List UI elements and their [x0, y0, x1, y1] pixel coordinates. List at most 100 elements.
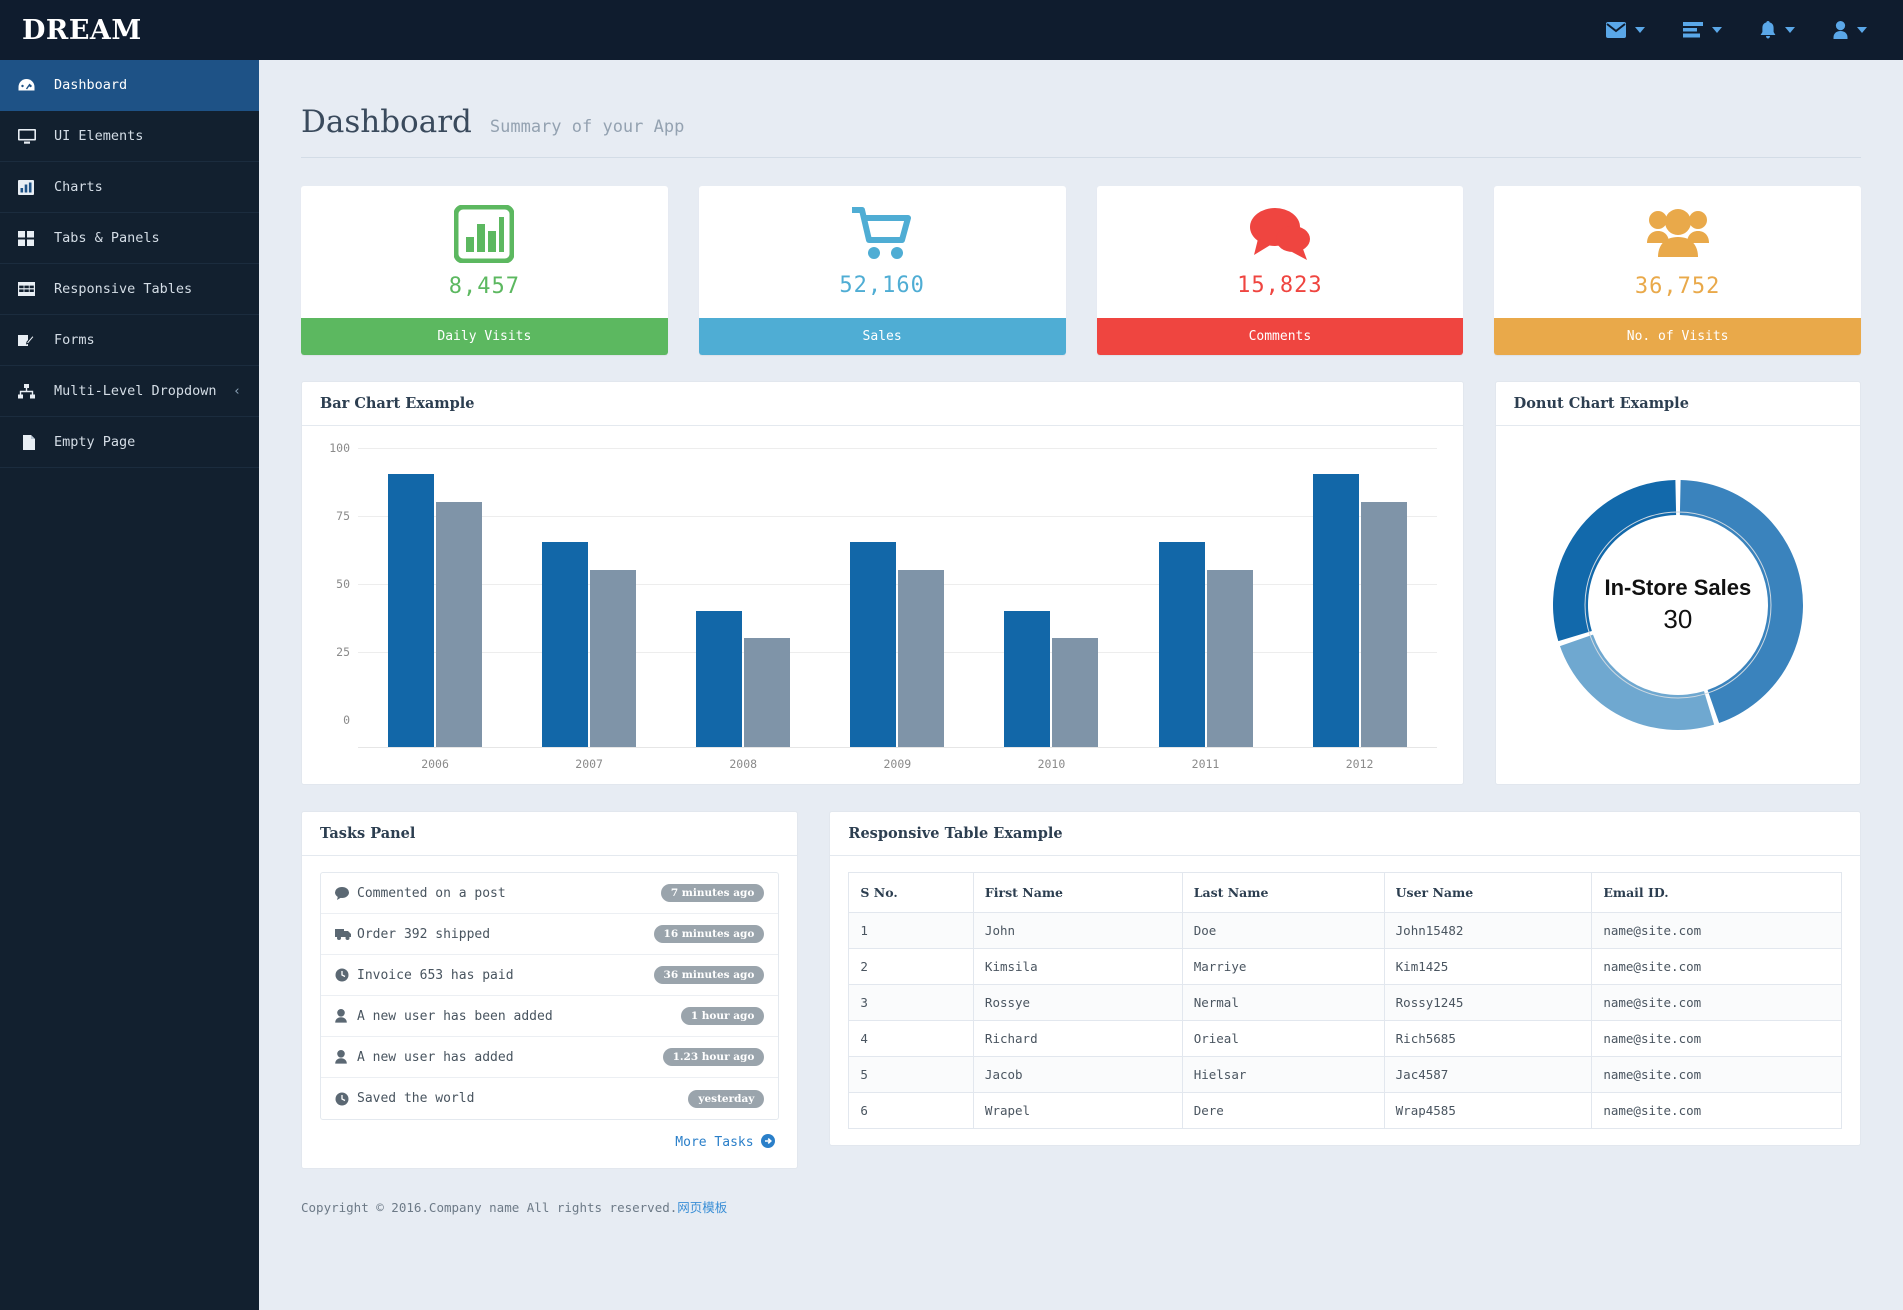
donut-segment[interactable] — [1559, 634, 1714, 730]
sidebar-item-responsive-tables[interactable]: Responsive Tables — [0, 264, 259, 315]
donut-chart-panel: Donut Chart Example In-Store Sales 30 — [1494, 381, 1861, 785]
bar[interactable] — [1004, 610, 1051, 747]
desktop-icon — [18, 128, 44, 144]
task-label: A new user has been added — [357, 1008, 553, 1024]
task-label: A new user has added — [357, 1049, 514, 1065]
bar[interactable] — [696, 610, 743, 747]
messages-dropdown[interactable] — [1606, 22, 1645, 38]
stat-card-body: 15,823 — [1097, 186, 1464, 318]
chevron-down-icon — [1785, 27, 1795, 33]
donut-chart-canvas: In-Store Sales 30 — [1496, 426, 1860, 784]
template-link[interactable]: 网页模板 — [677, 1200, 727, 1215]
notifications-dropdown[interactable] — [1760, 21, 1795, 39]
table-cell: Hielsar — [1181, 1056, 1385, 1093]
task-time-badge: 7 minutes ago — [660, 884, 765, 902]
clock-icon — [335, 968, 357, 982]
table-cell: 5 — [848, 1056, 974, 1093]
bar[interactable] — [388, 474, 435, 747]
user-dropdown[interactable] — [1833, 21, 1867, 39]
task-row[interactable]: Commented on a post 7 minutes ago — [321, 873, 779, 914]
bar[interactable] — [1052, 637, 1099, 747]
table-cell: 1 — [848, 912, 974, 949]
tasks-panel-title: Tasks Panel — [302, 812, 798, 856]
users-table: S No. First Name Last Name User Name Email I… — [848, 872, 1842, 1129]
table-cell: Wrapel — [972, 1092, 1183, 1129]
sidebar-item-charts[interactable]: Charts — [0, 162, 259, 213]
bar[interactable] — [898, 569, 945, 747]
table-cell: name@site.com — [1591, 912, 1842, 949]
stat-card-value: 52,160 — [839, 273, 925, 298]
table-cell: 2 — [848, 948, 974, 985]
sidebar-item-forms[interactable]: Forms — [0, 315, 259, 366]
donut-center-text: In-Store Sales 30 — [1578, 575, 1778, 635]
bar-chart-title: Bar Chart Example — [302, 382, 1463, 426]
bar-chart-plot: 100 75 50 25 0 — [329, 441, 1437, 748]
tasks-dropdown[interactable] — [1683, 22, 1722, 38]
sidebar-item-tabs-panels[interactable]: Tabs & Panels — [0, 213, 259, 264]
sidebar-item-label: Charts — [54, 179, 103, 195]
task-row[interactable]: A new user has added 1.23 hour ago — [321, 1037, 779, 1078]
task-label: Order 392 shipped — [357, 926, 491, 942]
task-row[interactable]: A new user has been added 1 hour ago — [321, 996, 779, 1037]
bar-group — [358, 448, 512, 747]
x-axis-tick: 2010 — [1037, 757, 1066, 771]
stat-card-sales[interactable]: 52,160 Sales — [698, 186, 1066, 355]
table-cell: name@site.com — [1591, 1020, 1842, 1057]
bar[interactable] — [1158, 542, 1205, 747]
main-content: Dashboard Summary of your App 8,457 Dail… — [259, 60, 1903, 1310]
bar[interactable] — [1312, 474, 1359, 747]
table-row: 2 Kimsila Marriye Kim1425 name@site.com — [848, 948, 1842, 985]
table-cell: Jac4587 — [1383, 1056, 1593, 1093]
sitemap-icon — [18, 383, 44, 399]
bar[interactable] — [1206, 569, 1253, 747]
task-row[interactable]: Saved the world yesterday — [321, 1078, 778, 1119]
bar-chart-icon — [453, 204, 515, 267]
stat-card-comments[interactable]: 15,823 Comments — [1096, 186, 1464, 355]
bar[interactable] — [744, 637, 791, 747]
donut-chart-title: Donut Chart Example — [1495, 382, 1860, 426]
sidebar-item-label: Tabs & Panels — [54, 230, 160, 246]
tasks-panel-body: Commented on a post 7 minutes ago Order 39… — [302, 856, 797, 1168]
sidebar-item-empty-page[interactable]: Empty Page — [0, 417, 259, 468]
table-cell: name@site.com — [1591, 984, 1842, 1021]
table-cell: Orieal — [1181, 1020, 1385, 1057]
table-row: 3 Rossye Nermal Rossy1245 name@site.com — [848, 984, 1842, 1021]
table-column-header: Email ID. — [1591, 872, 1842, 913]
bar[interactable] — [1360, 501, 1407, 747]
bar[interactable] — [436, 501, 483, 747]
stat-card-label: No. of Visits — [1494, 318, 1861, 355]
sidebar-item-ui-elements[interactable]: UI Elements — [0, 111, 259, 162]
bar-group — [974, 448, 1128, 747]
x-axis-tick: 2008 — [729, 757, 758, 771]
bar-group — [512, 448, 666, 747]
y-axis-tick: 75 — [336, 509, 350, 523]
sidebar-item-dashboard[interactable]: Dashboard — [0, 60, 259, 111]
bar[interactable] — [590, 569, 637, 747]
bar[interactable] — [542, 542, 589, 747]
more-tasks-link[interactable]: More Tasks — [675, 1134, 776, 1150]
sidebar-item-label: UI Elements — [54, 128, 144, 144]
table-column-header: First Name — [972, 872, 1183, 913]
stat-card-daily-visits[interactable]: 8,457 Daily Visits — [301, 186, 668, 355]
task-label: Saved the world — [357, 1091, 475, 1106]
task-row[interactable]: Invoice 653 has paid 36 minutes ago — [321, 955, 779, 996]
task-row[interactable]: Order 392 shipped 16 minutes ago — [321, 914, 779, 955]
bar-group — [820, 448, 974, 747]
table-cell: Rossye — [972, 984, 1183, 1021]
stat-card-body: 8,457 — [301, 186, 668, 318]
comment-icon — [335, 886, 357, 900]
sidebar-item-multi-level-dropdown[interactable]: Multi-Level Dropdown ‹ — [0, 366, 259, 417]
sidebar-item-label: Empty Page — [54, 434, 136, 450]
table-row: 6 Wrapel Dere Wrap4585 name@site.com — [848, 1092, 1842, 1129]
envelope-icon — [1606, 22, 1626, 38]
chevron-down-icon — [1857, 27, 1867, 33]
stat-card-no-of-visits[interactable]: 36,752 No. of Visits — [1494, 186, 1861, 355]
brand-logo[interactable]: DREAM — [0, 15, 259, 46]
sidebar-navigation: Dashboard UI Elements Charts Tabs & Pane… — [0, 60, 259, 1310]
table-cell: Kim1425 — [1383, 948, 1593, 985]
truck-icon — [335, 928, 357, 940]
more-tasks-label: More Tasks — [675, 1135, 754, 1150]
clock-icon — [335, 1092, 357, 1106]
bar[interactable] — [850, 542, 897, 747]
bar-group — [1128, 448, 1282, 747]
